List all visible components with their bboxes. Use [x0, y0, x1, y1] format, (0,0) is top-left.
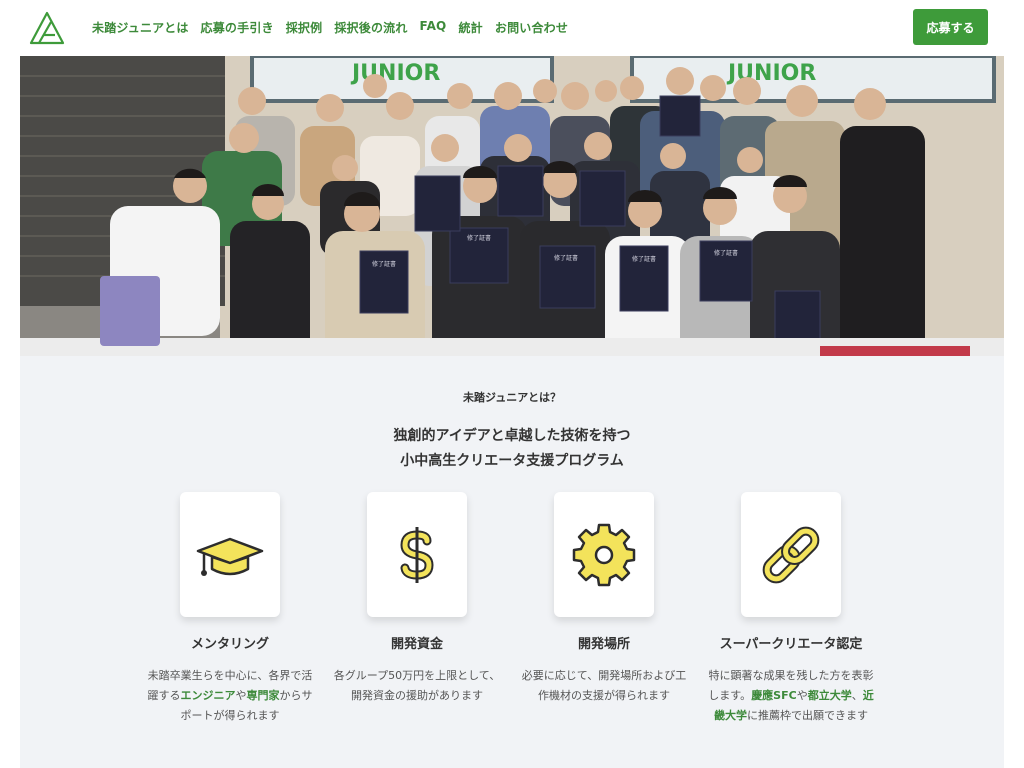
desc-text: ポートが得られます: [180, 709, 280, 722]
desc-text: します。: [708, 689, 752, 702]
link-icon: [762, 526, 820, 583]
desc-text: や: [235, 689, 247, 702]
certificate-label: 修了証書: [467, 234, 491, 242]
highlight-text: 畿大学: [714, 709, 747, 722]
nav-about[interactable]: 未踏ジュニアとは: [92, 19, 189, 36]
feature-card: [741, 492, 841, 617]
highlight-text: 専門家: [246, 689, 280, 702]
feature-title: 開発場所: [577, 637, 630, 652]
feature-card: [180, 492, 280, 617]
feature-card: [367, 492, 467, 617]
section-tagline: 独創的アイデアと卓越した技術を持つ 小中高生クリエータ支援プログラム: [20, 424, 1004, 474]
feature-title: メンタリング: [190, 637, 269, 652]
about-section: 未踏ジュニアとは？ 独創的アイデアと卓越した技術を持つ 小中高生クリエータ支援プ…: [20, 356, 1004, 768]
feature-title: 開発資金: [390, 637, 443, 652]
nav-stats[interactable]: 統計: [458, 19, 482, 36]
tagline-line-1: 独創的アイデアと卓越した技術を持つ: [393, 428, 631, 444]
certificate-label: 修了証書: [554, 254, 578, 262]
feature-desc: 必要に応じて、開発場所および工 作機材の支援が得られます: [519, 666, 689, 706]
feature-mentoring: メンタリング 未踏卒業生らを中心に、各界で活 躍するエンジニアや専門家からサポート…: [145, 492, 315, 726]
nav-examples[interactable]: 採択例: [286, 19, 323, 36]
section-label: 未踏ジュニアとは？: [462, 391, 561, 404]
feature-title: スーパークリエータ認定: [719, 637, 863, 652]
desc-text: 必要に応じて、開発場所および工: [521, 669, 687, 682]
main-nav: 未踏ジュニアとは 応募の手引き 採択例 採択後の流れ FAQ 統計 お問い合わせ: [92, 19, 568, 36]
desc-text: 、: [851, 689, 863, 702]
mitou-junior-logo-icon[interactable]: [28, 10, 66, 46]
feature-funding: 開発資金 各グループ50万円を上限として、 開発資金の援助があります: [332, 492, 502, 706]
feature-desc: 特に顕著な成果を残した方を表彰 します。慶應SFCや都立大学、近畿大学に推薦枠で出…: [706, 666, 876, 726]
highlight-text: 慶應SFC: [751, 689, 797, 702]
desc-text: 作機材の支援が得られます: [538, 689, 670, 702]
highlight-text: 都立大学: [807, 689, 852, 702]
desc-text: 躍する: [147, 689, 181, 702]
certificate-label: 修了証書: [372, 260, 396, 268]
feature-workspace: 開発場所 必要に応じて、開発場所および工 作機材の支援が得られます: [519, 492, 689, 706]
nav-guide[interactable]: 応募の手引き: [201, 19, 274, 36]
desc-text: 開発資金の援助があります: [351, 689, 483, 702]
feature-desc: 未踏卒業生らを中心に、各界で活 躍するエンジニアや専門家からサポートが得られます: [145, 666, 315, 726]
feature-desc: 各グループ50万円を上限として、 開発資金の援助があります: [332, 666, 502, 706]
group-photo-image: JUNIOR JUNIOR 修了証書 修了証書 修了証書 修了証書 修了証書: [20, 56, 1004, 356]
feature-super-creator: スーパークリエータ認定 特に顕著な成果を残した方を表彰 します。慶應SFCや都立大…: [706, 492, 876, 726]
certificate-label: 修了証書: [632, 255, 656, 263]
highlight-text: 近: [862, 689, 874, 702]
apply-button[interactable]: 応募する: [913, 9, 988, 45]
desc-text: や: [796, 689, 808, 702]
desc-text: 各グループ50万円を上限として、: [333, 669, 501, 682]
nav-flow[interactable]: 採択後の流れ: [334, 19, 407, 36]
dollar-icon: [400, 526, 434, 583]
desc-text: 未踏卒業生らを中心に、各界で活: [147, 669, 313, 682]
desc-text: からサ: [279, 689, 313, 702]
screen-text-left: JUNIOR: [350, 61, 440, 86]
highlight-text: エンジニア: [180, 689, 236, 702]
hero-group-photo: JUNIOR JUNIOR 修了証書 修了証書 修了証書 修了証書 修了証書: [20, 56, 1004, 356]
feature-card: [554, 492, 654, 617]
desc-text: に推薦枠で出願できます: [747, 709, 868, 722]
certificate-label: 修了証書: [714, 249, 738, 257]
gear-icon: [572, 523, 636, 586]
site-header: 未踏ジュニアとは 応募の手引き 採択例 採択後の流れ FAQ 統計 お問い合わせ…: [0, 0, 1024, 56]
desc-text: 特に顕著な成果を残した方を表彰: [708, 669, 874, 682]
nav-faq[interactable]: FAQ: [420, 19, 447, 36]
graduation-cap-icon: [196, 537, 264, 576]
tagline-line-2: 小中高生クリエータ支援プログラム: [400, 453, 624, 469]
nav-contact[interactable]: お問い合わせ: [495, 19, 568, 36]
